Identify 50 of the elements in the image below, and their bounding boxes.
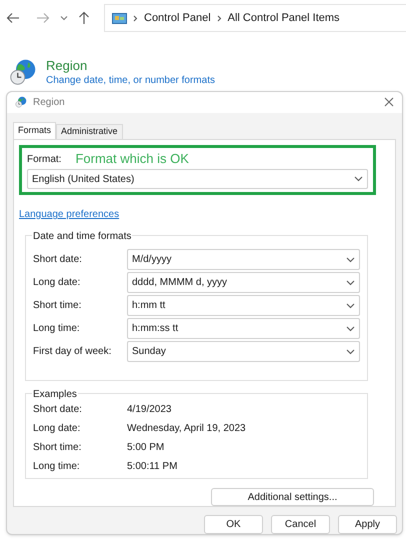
chevron-down-icon	[346, 326, 355, 332]
chevron-down-icon[interactable]	[60, 15, 68, 21]
tab[interactable]: Administrative	[56, 124, 123, 139]
chevron-down-icon	[346, 280, 355, 286]
field-label: Long time:	[33, 322, 81, 336]
example-value: 4/19/2023	[127, 403, 172, 417]
address-bar[interactable]: Control Panel All Control Panel Items	[104, 4, 406, 32]
dropdown[interactable]: English (United States)	[27, 169, 368, 189]
dropdown[interactable]: M/d/yyyy	[127, 249, 360, 270]
breadcrumb[interactable]: All Control Panel Items	[228, 10, 340, 26]
chevron-down-icon	[354, 176, 363, 182]
example-label: Long time:	[33, 460, 81, 474]
format-label: Format:	[27, 152, 62, 166]
additional-settings-button[interactable]: Additional settings...	[211, 488, 374, 506]
back-arrow-icon[interactable]	[6, 12, 20, 24]
example-value: Wednesday, April 19, 2023	[127, 422, 246, 436]
field-label: Long date:	[33, 276, 82, 290]
control-panel-icon	[112, 12, 127, 24]
example-label: Short date:	[33, 403, 83, 417]
chevron-down-icon	[346, 348, 355, 354]
dialog-button[interactable]: Apply	[338, 515, 397, 534]
example-value: 5:00 PM	[127, 441, 164, 455]
close-icon[interactable]	[384, 97, 394, 108]
up-arrow-icon[interactable]	[78, 11, 90, 25]
chevron-right-icon	[133, 14, 138, 22]
annotation-label: Format which is OK	[75, 151, 189, 167]
field-label: Short date:	[33, 253, 83, 267]
dropdown[interactable]: dddd, MMMM d, yyyy	[127, 272, 360, 293]
dialog-button[interactable]: OK	[204, 515, 263, 534]
field-label: First day of week:	[33, 345, 112, 359]
globe-clock-icon	[15, 96, 27, 108]
chevron-right-icon	[216, 14, 222, 22]
breadcrumb[interactable]: Control Panel	[144, 10, 211, 26]
globe-clock-icon	[9, 58, 37, 86]
dropdown[interactable]: Sunday	[127, 341, 360, 362]
dialog-title: Region	[33, 96, 66, 110]
page-title: Region	[46, 58, 88, 74]
tab[interactable]: Formats	[13, 122, 56, 139]
task-link[interactable]: Change date, time, or number formats	[46, 74, 215, 87]
dropdown[interactable]: h:mm:ss tt	[127, 318, 360, 339]
language-preferences-link[interactable]: Language preferences	[19, 207, 120, 222]
example-label: Short time:	[33, 441, 82, 455]
dialog-button[interactable]: Cancel	[271, 515, 330, 534]
field-label: Short time:	[33, 299, 82, 313]
group-title: Examples	[32, 387, 78, 402]
dropdown[interactable]: h:mm tt	[127, 295, 360, 316]
chevron-down-icon	[346, 302, 355, 308]
example-value: 5:00:11 PM	[127, 460, 178, 474]
example-label: Long date:	[33, 422, 82, 436]
chevron-down-icon	[346, 256, 355, 262]
